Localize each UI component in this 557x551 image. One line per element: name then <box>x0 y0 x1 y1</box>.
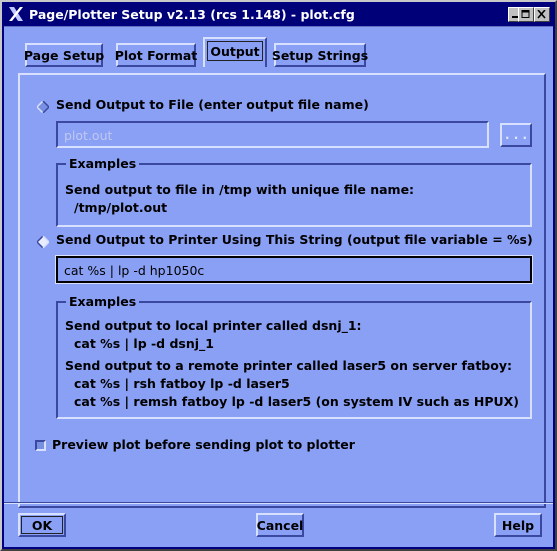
printer-output-radio[interactable] <box>37 236 49 248</box>
close-icon <box>537 10 546 19</box>
example-text: Send output to a remote printer called l… <box>65 358 512 373</box>
browse-file-button[interactable]: . . . <box>500 123 532 147</box>
example-text: Send output to file in /tmp with unique … <box>65 182 415 197</box>
title-bar[interactable]: Page/Plotter Setup v2.13 (rcs 1.148) - p… <box>4 4 553 25</box>
close-button[interactable] <box>534 7 550 22</box>
tab-setup-strings[interactable]: Setup Strings <box>271 43 369 67</box>
output-panel: Send Output to File (enter output file n… <box>18 73 546 508</box>
file-output-radio[interactable] <box>37 101 49 113</box>
example-command: cat %s | lp -d dsnj_1 <box>74 336 214 351</box>
help-label: Help <box>501 517 535 533</box>
maximize-icon <box>521 10 530 18</box>
tab-label: Page Setup <box>23 47 105 63</box>
maximize-button[interactable] <box>518 7 534 22</box>
dialog-window: Page/Plotter Setup v2.13 (rcs 1.148) - p… <box>0 0 557 551</box>
file-examples-group: Examples Send output to file in /tmp wit… <box>56 156 532 227</box>
ok-button[interactable]: OK <box>18 513 66 537</box>
example-command: cat %s | remsh fatboy lp -d laser5 (on s… <box>74 394 520 409</box>
example-command: /tmp/plot.out <box>74 200 168 215</box>
cancel-label: Cancel <box>256 517 304 533</box>
examples-title: Examples <box>66 156 140 171</box>
button-separator <box>4 502 553 504</box>
printer-string-input[interactable]: cat %s | lp -d hp1050c <box>55 255 533 284</box>
preview-label[interactable]: Preview plot before sending plot to plot… <box>52 437 355 452</box>
tab-plot-format[interactable]: Plot Format <box>114 43 198 67</box>
tab-label: Output <box>210 43 260 59</box>
file-output-label[interactable]: Send Output to File (enter output file n… <box>56 97 369 112</box>
window-title: Page/Plotter Setup v2.13 (rcs 1.148) - p… <box>29 7 355 22</box>
example-command: cat %s | rsh fatboy lp -d laser5 <box>74 376 290 391</box>
examples-title: Examples <box>66 294 140 309</box>
x-logo-icon[interactable] <box>7 5 25 23</box>
tab-label: Setup Strings <box>271 47 369 63</box>
tab-output[interactable]: Output <box>203 37 267 67</box>
preview-checkbox[interactable] <box>35 440 46 451</box>
output-file-input[interactable]: plot.out <box>56 121 489 148</box>
help-button[interactable]: Help <box>494 513 542 537</box>
cancel-button[interactable]: Cancel <box>256 513 304 537</box>
tab-page-setup[interactable]: Page Setup <box>23 43 105 67</box>
ok-label: OK <box>31 517 53 533</box>
printer-output-label[interactable]: Send Output to Printer Using This String… <box>56 232 533 247</box>
printer-examples-group: Examples Send output to local printer ca… <box>56 294 532 419</box>
tab-label: Plot Format <box>114 47 198 63</box>
dialog-body: Page Setup Plot Format Output Setup Stri… <box>4 26 553 547</box>
example-text: Send output to local printer called dsnj… <box>65 318 362 333</box>
